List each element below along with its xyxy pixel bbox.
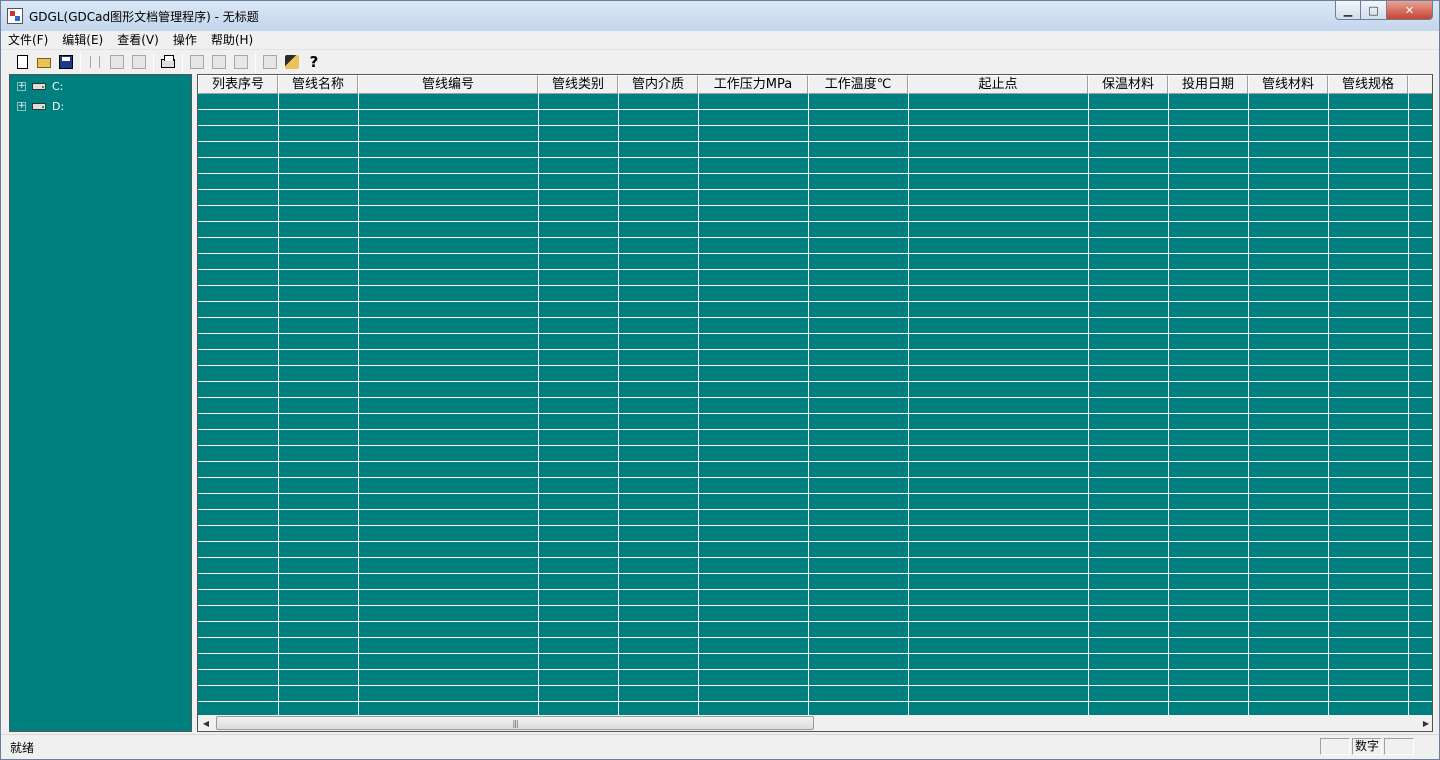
paste-icon <box>132 54 146 69</box>
open-button[interactable] <box>33 52 55 72</box>
toolbar: ? <box>1 50 1439 73</box>
tree-node-d[interactable]: + D: <box>17 99 64 113</box>
column-header[interactable]: 管线类别 <box>538 75 618 94</box>
open-folder-icon <box>37 58 51 68</box>
column-header[interactable]: 工作压力MPa <box>698 75 808 94</box>
table-button[interactable] <box>208 52 230 72</box>
maximize-button[interactable]: □ <box>1361 1 1387 20</box>
tree-node-label: C: <box>52 79 64 93</box>
copy-button[interactable] <box>106 52 128 72</box>
column-header[interactable]: 起止点 <box>908 75 1088 94</box>
table-icon <box>212 54 226 69</box>
arrow-left-icon: ◀ <box>202 718 210 728</box>
folder-tree[interactable]: + C: + D: <box>9 74 192 732</box>
new-file-button[interactable] <box>11 52 33 72</box>
toolbar-separator <box>153 52 154 71</box>
column-header[interactable]: 工作温度℃ <box>808 75 908 94</box>
column-header[interactable]: 管线名称 <box>278 75 358 94</box>
column-gridline <box>808 94 809 716</box>
cut-button[interactable] <box>84 52 106 72</box>
close-icon: ✕ <box>1404 3 1415 17</box>
copy-icon <box>110 54 124 69</box>
pipeline-list: 列表序号 管线名称 管线编号 管线类别 管内介质 工作压力MPa 工作温度℃ 起… <box>197 74 1433 732</box>
window-title: GDGL(GDCad图形文档管理程序) - 无标题 <box>29 9 259 24</box>
help-icon: ? <box>309 52 319 71</box>
scroll-track[interactable]: ||| <box>214 715 1418 731</box>
menu-edit[interactable]: 编辑(E) <box>55 31 110 50</box>
main-window: GDGL(GDCad图形文档管理程序) - 无标题 ▁ □ ✕ 文件(F) 编辑… <box>0 0 1440 760</box>
status-text: 就绪 <box>10 741 35 755</box>
arrow-right-icon: ▶ <box>1422 718 1430 728</box>
column-header[interactable]: 管线材料 <box>1248 75 1328 94</box>
status-pane-empty <box>1320 738 1350 755</box>
status-bar: 就绪 数字 <box>1 734 1439 759</box>
scroll-left-button[interactable]: ◀ <box>198 715 214 731</box>
toolbar-separator <box>255 52 256 71</box>
column-gridline <box>618 94 619 716</box>
save-icon <box>59 54 73 69</box>
menu-bar: 文件(F) 编辑(E) 查看(V) 操作 帮助(H) <box>1 31 1439 50</box>
column-gridline <box>908 94 909 716</box>
table-header: 列表序号 管线名称 管线编号 管线类别 管内介质 工作压力MPa 工作温度℃ 起… <box>198 75 1432 94</box>
drive-icon <box>32 82 46 90</box>
num-lock-indicator: 数字 <box>1352 738 1382 755</box>
print-button[interactable] <box>157 52 179 72</box>
column-header[interactable]: 列表序号 <box>198 75 278 94</box>
menu-help[interactable]: 帮助(H) <box>204 31 260 50</box>
expand-icon[interactable]: + <box>17 81 26 91</box>
column-header[interactable]: 管线编号 <box>358 75 538 94</box>
paste-button[interactable] <box>128 52 150 72</box>
app-icon[interactable] <box>7 8 23 24</box>
column-header[interactable]: 管 <box>1408 75 1432 94</box>
tools-icon <box>234 54 248 69</box>
document-button[interactable] <box>259 52 281 72</box>
maximize-icon: □ <box>1368 3 1379 17</box>
save-button[interactable] <box>55 52 77 72</box>
column-header[interactable]: 投用日期 <box>1168 75 1248 94</box>
grip-icon: ||| <box>512 718 518 728</box>
column-header[interactable]: 管内介质 <box>618 75 698 94</box>
drive-icon <box>32 102 46 110</box>
expand-icon[interactable]: + <box>17 101 26 111</box>
column-gridline <box>538 94 539 716</box>
toolbar-separator <box>182 52 183 71</box>
list-icon <box>190 54 204 69</box>
tree-node-label: D: <box>52 99 65 113</box>
column-gridline <box>1088 94 1089 716</box>
column-header[interactable]: 管线规格 <box>1328 75 1408 94</box>
table-body[interactable] <box>198 94 1432 716</box>
list-button[interactable] <box>186 52 208 72</box>
scroll-thumb[interactable]: ||| <box>216 716 814 730</box>
column-gridline <box>358 94 359 716</box>
menu-file[interactable]: 文件(F) <box>1 31 55 50</box>
column-gridline <box>278 94 279 716</box>
wand-icon <box>285 54 299 69</box>
toolbar-separator <box>80 52 81 71</box>
window-controls: ▁ □ ✕ <box>1335 1 1433 20</box>
minimize-button[interactable]: ▁ <box>1335 1 1361 20</box>
print-icon <box>161 55 175 68</box>
status-pane-empty <box>1384 738 1414 755</box>
column-gridline <box>1248 94 1249 716</box>
tools-button[interactable] <box>230 52 252 72</box>
column-gridline <box>698 94 699 716</box>
column-gridline <box>1328 94 1329 716</box>
scroll-right-button[interactable]: ▶ <box>1418 715 1432 731</box>
horizontal-scrollbar[interactable]: ◀ ||| ▶ <box>198 715 1432 731</box>
title-bar[interactable]: GDGL(GDCad图形文档管理程序) - 无标题 ▁ □ ✕ <box>1 1 1439 31</box>
document-icon <box>263 54 277 69</box>
tree-node-c[interactable]: + C: <box>17 79 63 93</box>
wand-button[interactable] <box>281 52 303 72</box>
column-gridline <box>1408 94 1409 716</box>
menu-view[interactable]: 查看(V) <box>110 31 166 50</box>
cut-icon <box>90 55 100 68</box>
minimize-icon: ▁ <box>1343 3 1353 17</box>
column-header[interactable]: 保温材料 <box>1088 75 1168 94</box>
menu-operation[interactable]: 操作 <box>166 31 204 50</box>
new-file-icon <box>16 54 28 69</box>
help-button[interactable]: ? <box>303 52 325 72</box>
column-gridline <box>1168 94 1169 716</box>
close-button[interactable]: ✕ <box>1387 1 1433 20</box>
